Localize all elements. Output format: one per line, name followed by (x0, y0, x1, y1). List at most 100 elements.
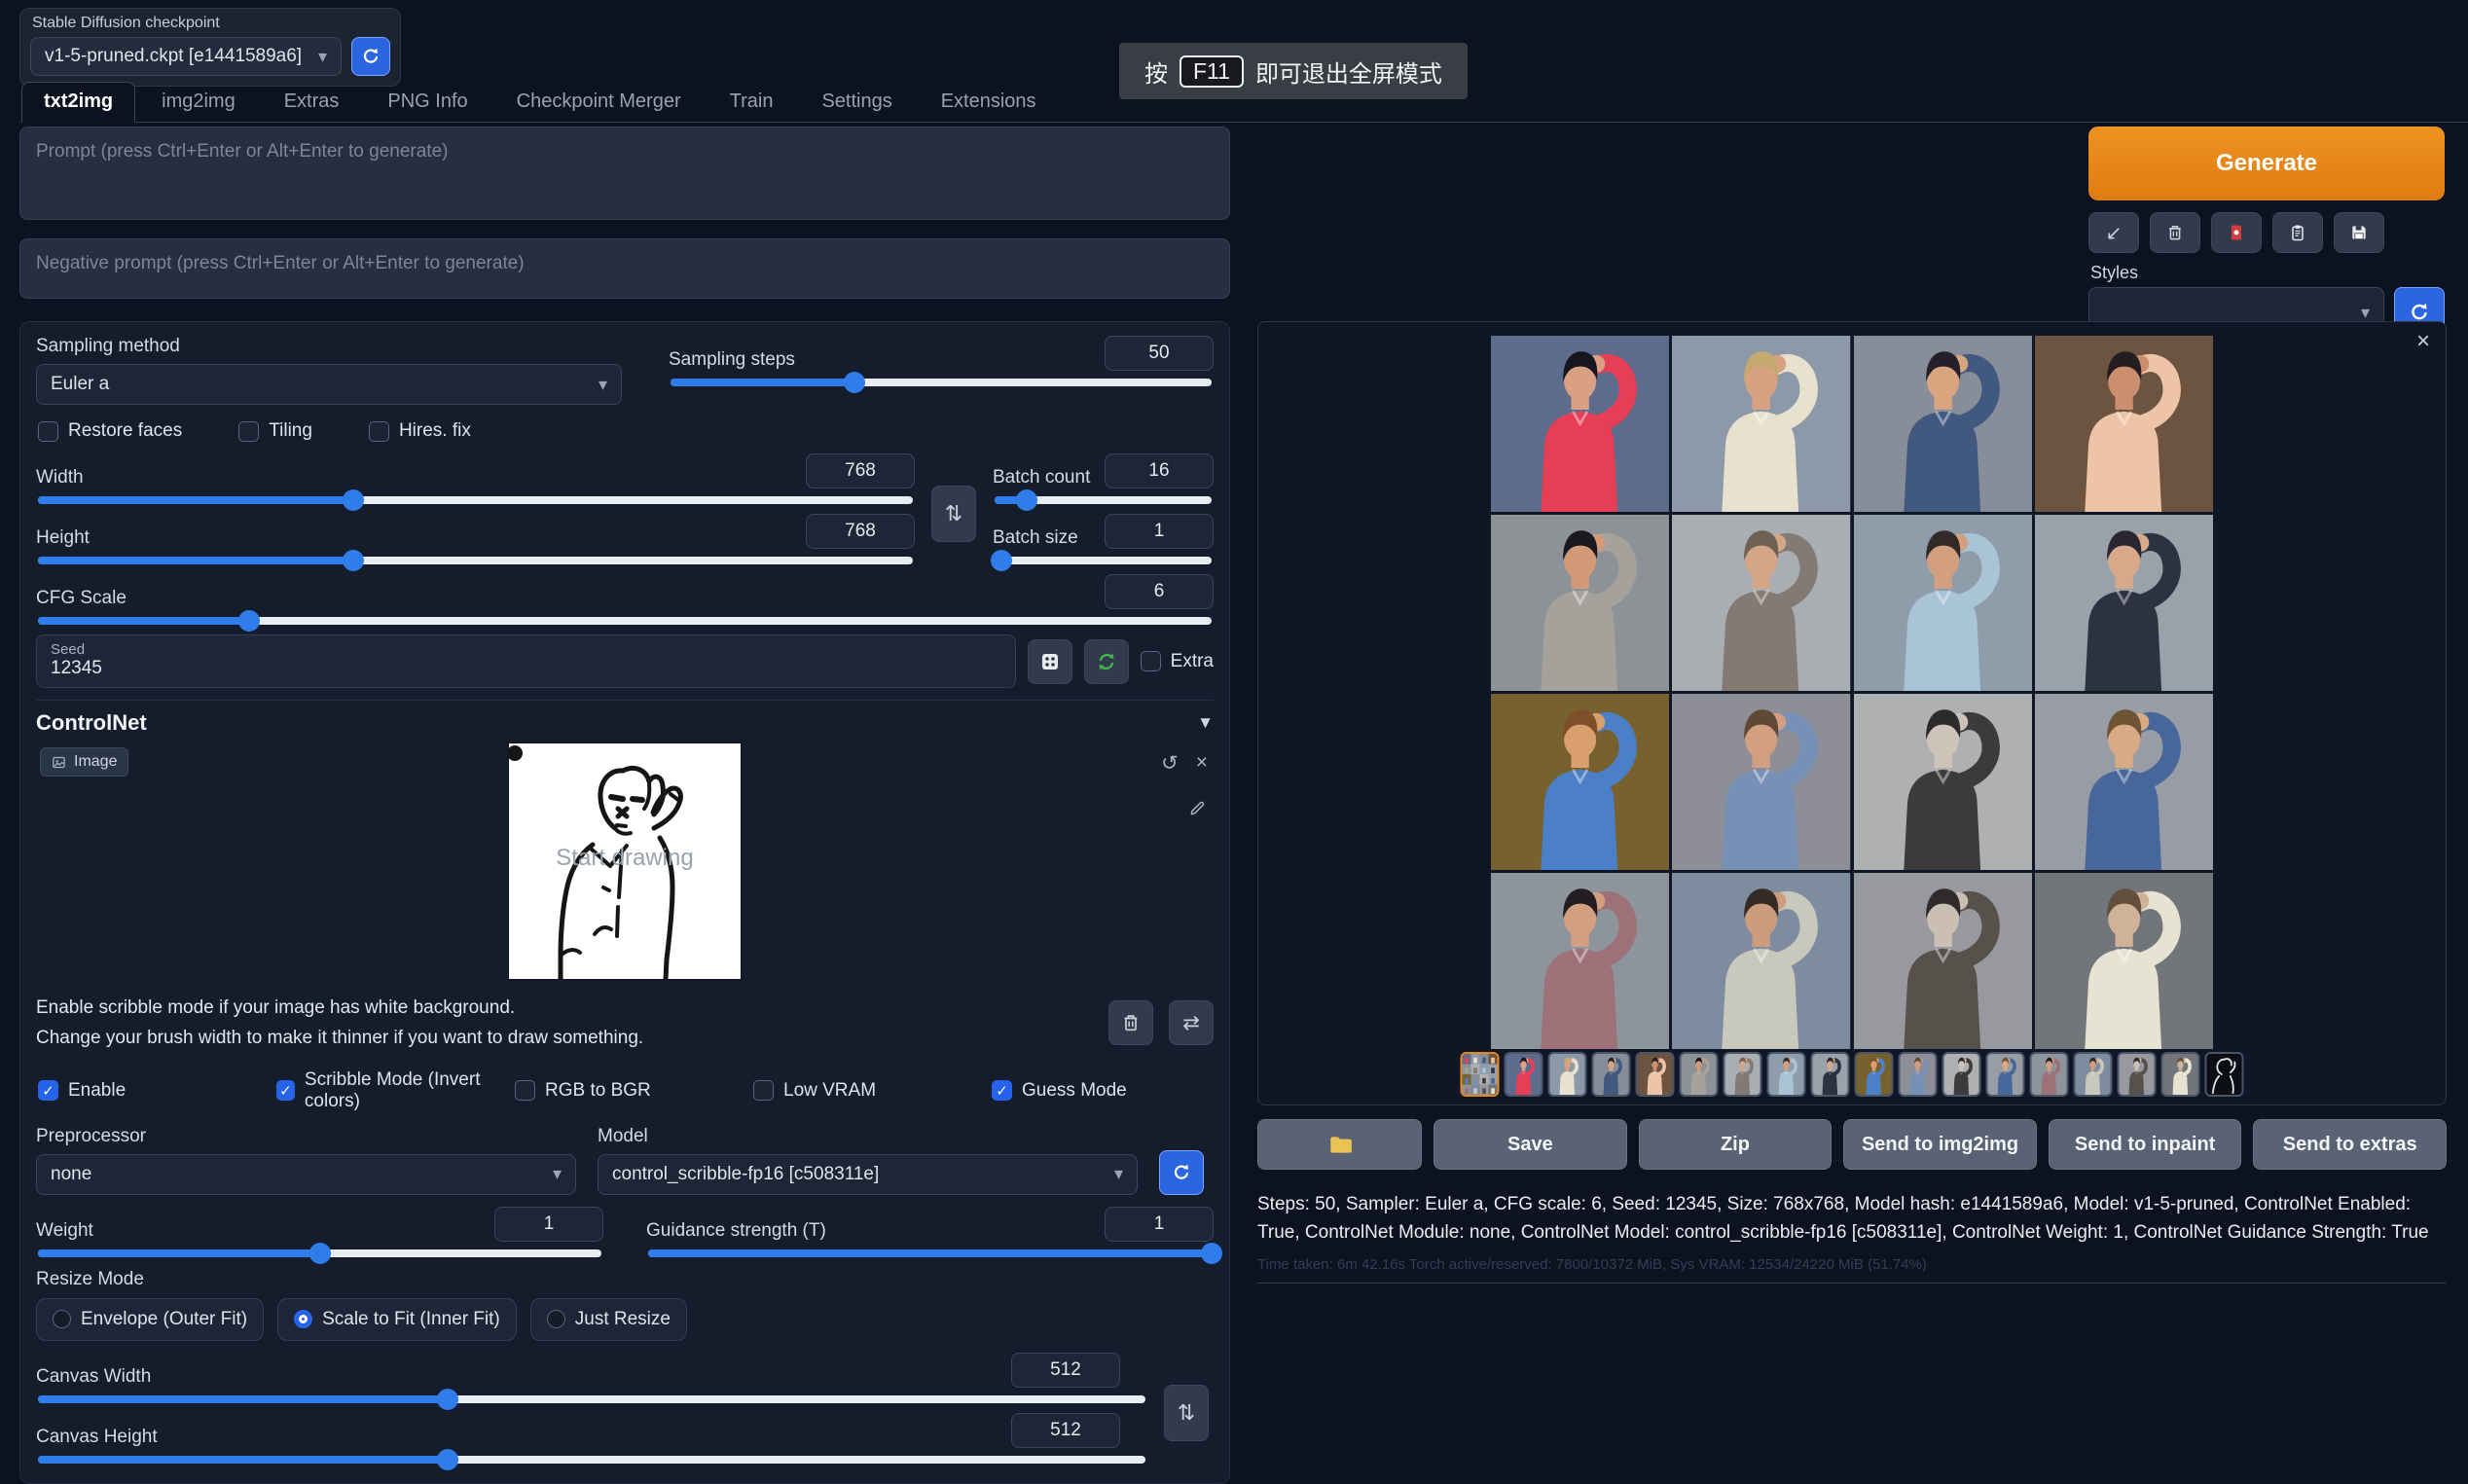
prompt-input[interactable] (19, 127, 1230, 220)
thumbnail-grid[interactable] (1461, 1052, 1500, 1097)
guidance-strength-slider[interactable] (648, 1249, 1212, 1257)
gallery-image-2[interactable] (1672, 336, 1850, 512)
weight-input[interactable] (494, 1207, 603, 1242)
gallery-image-10[interactable] (1672, 694, 1850, 870)
save-button[interactable]: Save (1434, 1119, 1627, 1170)
batch-size-slider[interactable] (995, 557, 1212, 564)
sampling-steps-input[interactable] (1105, 336, 1214, 371)
cfg-scale-slider[interactable] (38, 617, 1212, 625)
canvas-width-input[interactable] (1011, 1353, 1120, 1388)
canvas-height-slider[interactable] (38, 1456, 1145, 1464)
clear-image-button[interactable]: × (1196, 751, 1208, 776)
random-seed-button[interactable] (1028, 639, 1072, 684)
thumbnail-7[interactable] (1767, 1052, 1806, 1097)
gallery-image-15[interactable] (1854, 873, 2032, 1049)
tab-png-info[interactable]: PNG Info (365, 82, 490, 123)
gallery-image-1[interactable] (1491, 336, 1669, 512)
gallery-image-14[interactable] (1672, 873, 1850, 1049)
gallery-image-7[interactable] (1854, 515, 2032, 691)
controlnet-accordion-header[interactable]: ControlNet ▼ (36, 700, 1214, 736)
undo-stroke-button[interactable]: ↺ (1161, 751, 1179, 776)
seed-input[interactable] (51, 658, 1001, 679)
restore-faces-checkbox[interactable]: Restore faces (38, 420, 182, 442)
sampling-steps-slider[interactable] (671, 379, 1212, 386)
tab-extensions[interactable]: Extensions (919, 82, 1059, 123)
apply-style-button[interactable] (2272, 212, 2323, 253)
gallery-image-9[interactable] (1491, 694, 1669, 870)
tab-img2img[interactable]: img2img (139, 82, 258, 123)
thumbnail-3[interactable] (1592, 1052, 1631, 1097)
thumbnail-2[interactable] (1548, 1052, 1587, 1097)
clear-prompt-button[interactable] (2150, 212, 2200, 253)
zip-button[interactable]: Zip (1639, 1119, 1833, 1170)
resize-option-just-resize[interactable]: Just Resize (530, 1298, 687, 1341)
rgb-to-bgr-checkbox[interactable]: RGB to BGR (515, 1069, 753, 1112)
webcam-swap-button[interactable]: ⇄ (1169, 1000, 1214, 1045)
save-style-button[interactable] (2334, 212, 2384, 253)
negative-prompt-input[interactable] (19, 238, 1230, 299)
swap-canvas-size-button[interactable]: ⇅ (1164, 1385, 1209, 1441)
gallery-image-8[interactable] (2035, 515, 2213, 691)
thumbnail-5[interactable] (1680, 1052, 1719, 1097)
thumbnail-8[interactable] (1811, 1052, 1850, 1097)
gallery-image-6[interactable] (1672, 515, 1850, 691)
thumbnail-6[interactable] (1724, 1052, 1762, 1097)
gallery-image-16[interactable] (2035, 873, 2213, 1049)
batch-size-input[interactable] (1105, 514, 1214, 549)
width-input[interactable] (806, 453, 915, 489)
thumbnail-9[interactable] (1855, 1052, 1894, 1097)
open-folder-button[interactable] (1257, 1119, 1422, 1170)
extra-networks-button[interactable] (2211, 212, 2262, 253)
gallery-image-11[interactable] (1854, 694, 2032, 870)
thumbnail-11[interactable] (1942, 1052, 1981, 1097)
thumbnail-14[interactable] (2074, 1052, 2113, 1097)
thumbnail-16[interactable] (2161, 1052, 2200, 1097)
resize-option-envelope-outer-fit[interactable]: Envelope (Outer Fit) (36, 1298, 264, 1341)
new-canvas-button[interactable] (1108, 1000, 1153, 1045)
thumbnail-12[interactable] (1986, 1052, 2025, 1097)
gallery-image-5[interactable] (1491, 515, 1669, 691)
enable-checkbox[interactable]: ✓Enable (38, 1069, 276, 1112)
tab-settings[interactable]: Settings (799, 82, 914, 123)
height-input[interactable] (806, 514, 915, 549)
gallery-image-4[interactable] (2035, 336, 2213, 512)
low-vram-checkbox[interactable]: Low VRAM (753, 1069, 992, 1112)
thumbnail-4[interactable] (1636, 1052, 1675, 1097)
hires-fix-checkbox[interactable]: Hires. fix (369, 420, 471, 442)
canvas-width-slider[interactable] (38, 1395, 1145, 1403)
scribble-canvas[interactable]: Start drawing (509, 743, 741, 979)
close-gallery-button[interactable]: × (2416, 328, 2430, 355)
checkpoint-dropdown[interactable]: v1-5-pruned.ckpt [e1441589a6] ▾ (30, 37, 342, 76)
batch-count-input[interactable] (1105, 453, 1214, 489)
tab-txt2img[interactable]: txt2img (21, 82, 135, 123)
send-to-extras-button[interactable]: Send to extras (2253, 1119, 2447, 1170)
width-slider[interactable] (38, 496, 913, 504)
tiling-checkbox[interactable]: Tiling (238, 420, 312, 442)
preprocessor-dropdown[interactable]: none ▾ (36, 1154, 576, 1195)
canvas-height-input[interactable] (1011, 1413, 1120, 1448)
guess-mode-checkbox[interactable]: ✓Guess Mode (992, 1069, 1127, 1112)
sampling-method-dropdown[interactable]: Euler a ▾ (36, 364, 622, 405)
extra-seed-checkbox[interactable]: Extra (1141, 651, 1214, 672)
gallery-image-13[interactable] (1491, 873, 1669, 1049)
image-tab[interactable]: Image (40, 747, 128, 777)
reuse-seed-button[interactable] (1084, 639, 1129, 684)
brush-button[interactable] (1188, 798, 1208, 822)
thumbnail-15[interactable] (2118, 1052, 2157, 1097)
refresh-checkpoint-button[interactable] (351, 37, 390, 76)
refresh-models-button[interactable] (1159, 1150, 1204, 1195)
swap-width-height-button[interactable]: ⇅ (931, 486, 976, 542)
tab-checkpoint-merger[interactable]: Checkpoint Merger (494, 82, 704, 123)
weight-slider[interactable] (38, 1249, 601, 1257)
resize-option-scale-to-fit-inner-fit[interactable]: Scale to Fit (Inner Fit) (277, 1298, 517, 1341)
generate-button[interactable]: Generate (2088, 127, 2445, 200)
thumbnail-scribble[interactable] (2205, 1052, 2244, 1097)
thumbnail-1[interactable] (1505, 1052, 1543, 1097)
tab-extras[interactable]: Extras (262, 82, 362, 123)
scribble-mode-invert-colors-checkbox[interactable]: ✓Scribble Mode (Invert colors) (276, 1069, 515, 1112)
thumbnail-10[interactable] (1899, 1052, 1938, 1097)
thumbnail-13[interactable] (2030, 1052, 2069, 1097)
guidance-strength-input[interactable] (1105, 1207, 1214, 1242)
cfg-scale-input[interactable] (1105, 574, 1214, 609)
model-dropdown[interactable]: control_scribble-fp16 [c508311e] ▾ (598, 1154, 1138, 1195)
